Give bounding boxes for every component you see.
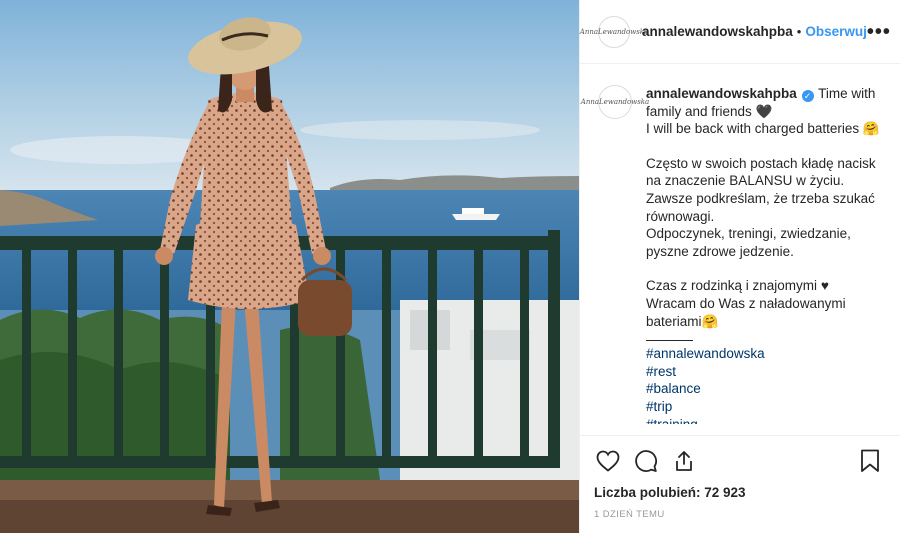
share-icon[interactable]	[670, 447, 698, 475]
hug-emoji: 🤗	[862, 121, 880, 137]
caption-line2: I will be back with charged batteries	[646, 121, 860, 137]
hashtag-link[interactable]: #trip	[646, 398, 882, 416]
header-separator: •	[796, 24, 802, 39]
caption-avatar[interactable]: AnnaLewandowska	[581, 85, 649, 119]
caption-p2-line: Często w swoich postach kładę nacisk na …	[646, 155, 876, 189]
caption-scroll-area[interactable]: AnnaLewandowska annalewandowskahpba ✓ Ti…	[580, 64, 900, 435]
post-actions: Liczba polubień: 72 923 1 DZIEŃ TEMU	[580, 435, 900, 533]
caption-p2-line: Zawsze podkreślam, że trzeba szukać równ…	[646, 190, 875, 224]
caption-paragraph-family: Czas z rodzinką i znajomymi ♥ Wracam do …	[646, 277, 882, 330]
caption-divider	[646, 340, 693, 342]
likes-label: Liczba polubień:	[594, 485, 701, 500]
hashtag-link[interactable]: #training	[646, 416, 882, 424]
hashtag-link[interactable]: #rest	[646, 363, 882, 381]
caption-row: AnnaLewandowska annalewandowskahpba ✓ Ti…	[581, 85, 886, 424]
heart-emoji: ♥	[820, 278, 829, 294]
more-options-icon[interactable]: •••	[867, 22, 891, 42]
post-photo[interactable]	[0, 0, 579, 533]
likes-summary[interactable]: Liczba polubień: 72 923	[594, 485, 886, 500]
avatar-signature: AnnaLewandowska	[579, 27, 649, 36]
heart-icon[interactable]	[594, 447, 622, 475]
comment-icon[interactable]	[632, 447, 660, 475]
caption-p3-line2: Wracam do Was z naładowanymi bateriami	[646, 295, 846, 329]
caption-avatar-signature: AnnaLewandowska	[580, 98, 650, 106]
hashtag-list: #annalewandowska #rest #balance #trip #t…	[646, 345, 882, 423]
caption-paragraph-balance: Często w swoich postach kładę nacisk na …	[646, 155, 882, 261]
avatar[interactable]: AnnaLewandowska	[580, 15, 648, 48]
black-heart-emoji: 🖤	[755, 103, 773, 119]
hashtag-link[interactable]: #balance	[646, 380, 882, 398]
hug-emoji: 🤗	[701, 313, 719, 329]
hashtag-link[interactable]: #annalewandowska	[646, 345, 882, 363]
verified-badge-icon: ✓	[801, 90, 814, 102]
post-header: AnnaLewandowska annalewandowskahpba • Ob…	[580, 0, 900, 64]
caption-username[interactable]: annalewandowskahpba	[646, 86, 797, 101]
caption-p3-line1: Czas z rodzinką i znajomymi	[646, 278, 818, 294]
caption-text: annalewandowskahpba ✓ Time with family a…	[646, 85, 882, 424]
likes-count: 72 923	[704, 485, 746, 500]
post-sidebar: AnnaLewandowska annalewandowskahpba • Ob…	[579, 0, 900, 533]
header-username[interactable]: annalewandowskahpba	[642, 24, 793, 39]
action-icons-row	[594, 446, 886, 476]
follow-button[interactable]: Obserwuj	[805, 24, 867, 39]
post-timestamp[interactable]: 1 DZIEŃ TEMU	[594, 509, 886, 520]
bookmark-icon[interactable]	[856, 447, 884, 475]
post-photo-image	[0, 0, 579, 533]
caption-p2-line: Odpoczynek, treningi, zwiedzanie, pyszne…	[646, 226, 851, 259]
